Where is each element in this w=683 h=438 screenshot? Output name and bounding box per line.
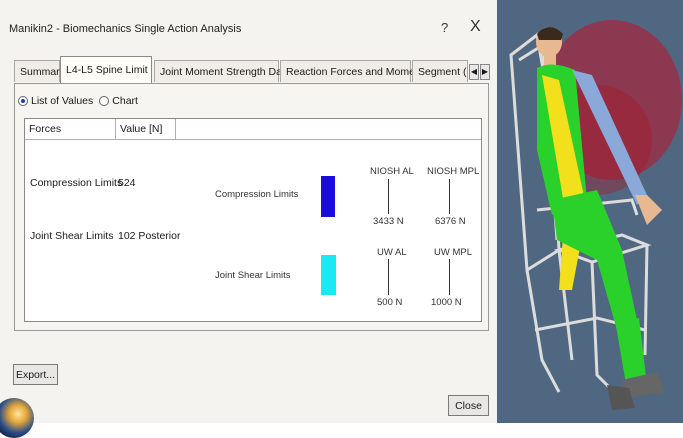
manikin-3d-viewport[interactable] bbox=[497, 0, 683, 423]
chart-label-shear: Joint Shear Limits bbox=[215, 270, 291, 281]
compression-bar bbox=[321, 176, 335, 217]
dialog-title: Manikin2 - Biomechanics Single Action An… bbox=[9, 23, 242, 35]
uw-al-line bbox=[388, 259, 389, 295]
chart-label-compression: Compression Limits bbox=[215, 189, 299, 200]
biomechanics-dialog: Manikin2 - Biomechanics Single Action An… bbox=[0, 0, 497, 438]
uw-mpl-label: UW MPL bbox=[434, 247, 472, 258]
close-button[interactable]: Close bbox=[448, 395, 489, 416]
list-of-values-label: List of Values bbox=[31, 95, 94, 107]
niosh-mpl-line bbox=[449, 179, 450, 214]
view-mode-group: List of Values Chart bbox=[18, 95, 138, 107]
header-value[interactable]: Value [N] bbox=[116, 119, 176, 139]
tab-joint-moment-strength-data[interactable]: Joint Moment Strength Data bbox=[154, 60, 291, 82]
forces-table: Forces Value [N] Compression Limits 524 … bbox=[24, 118, 482, 322]
manikin-scene bbox=[509, 20, 682, 410]
niosh-al-label: NIOSH AL bbox=[370, 166, 414, 177]
arrow-right-icon[interactable]: ▶ bbox=[480, 64, 490, 80]
shear-bar bbox=[321, 255, 336, 295]
uw-al-value: 500 N bbox=[377, 297, 403, 308]
row-force-compression: Compression Limits bbox=[30, 177, 123, 189]
app-logo-icon bbox=[0, 398, 34, 438]
header-forces[interactable]: Forces bbox=[25, 119, 116, 139]
niosh-al-line bbox=[388, 179, 389, 214]
tab-summary[interactable]: Summary bbox=[14, 60, 65, 82]
tab-l4-l5-spine-limit[interactable]: L4-L5 Spine Limit bbox=[60, 56, 152, 83]
chart-radio[interactable] bbox=[99, 96, 110, 106]
list-of-values-radio[interactable] bbox=[18, 96, 28, 106]
tab-scroll: ◀ ▶ bbox=[469, 64, 491, 80]
uw-al-label: UW AL bbox=[377, 247, 407, 258]
tab-segment[interactable]: Segment ( bbox=[412, 60, 468, 82]
chart-label: Chart bbox=[112, 95, 138, 107]
export-button[interactable]: Export... bbox=[13, 364, 58, 385]
tab-bar: Summary L4-L5 Spine Limit Joint Moment S… bbox=[14, 56, 490, 84]
row-value-shear: 102 Posterior bbox=[118, 230, 181, 242]
close-icon[interactable]: X bbox=[470, 18, 481, 36]
table-header: Forces Value [N] bbox=[25, 119, 481, 140]
niosh-al-value: 3433 N bbox=[373, 216, 404, 227]
row-force-shear: Joint Shear Limits bbox=[30, 230, 114, 242]
arrow-left-icon[interactable]: ◀ bbox=[469, 64, 479, 80]
row-value-compression: 524 bbox=[118, 177, 136, 189]
uw-mpl-line bbox=[449, 259, 450, 295]
uw-mpl-value: 1000 N bbox=[431, 297, 462, 308]
help-button[interactable]: ? bbox=[441, 20, 448, 35]
niosh-mpl-label: NIOSH MPL bbox=[427, 166, 480, 177]
tab-reaction-forces-and-moments[interactable]: Reaction Forces and Moments bbox=[280, 60, 429, 82]
niosh-mpl-value: 6376 N bbox=[435, 216, 466, 227]
